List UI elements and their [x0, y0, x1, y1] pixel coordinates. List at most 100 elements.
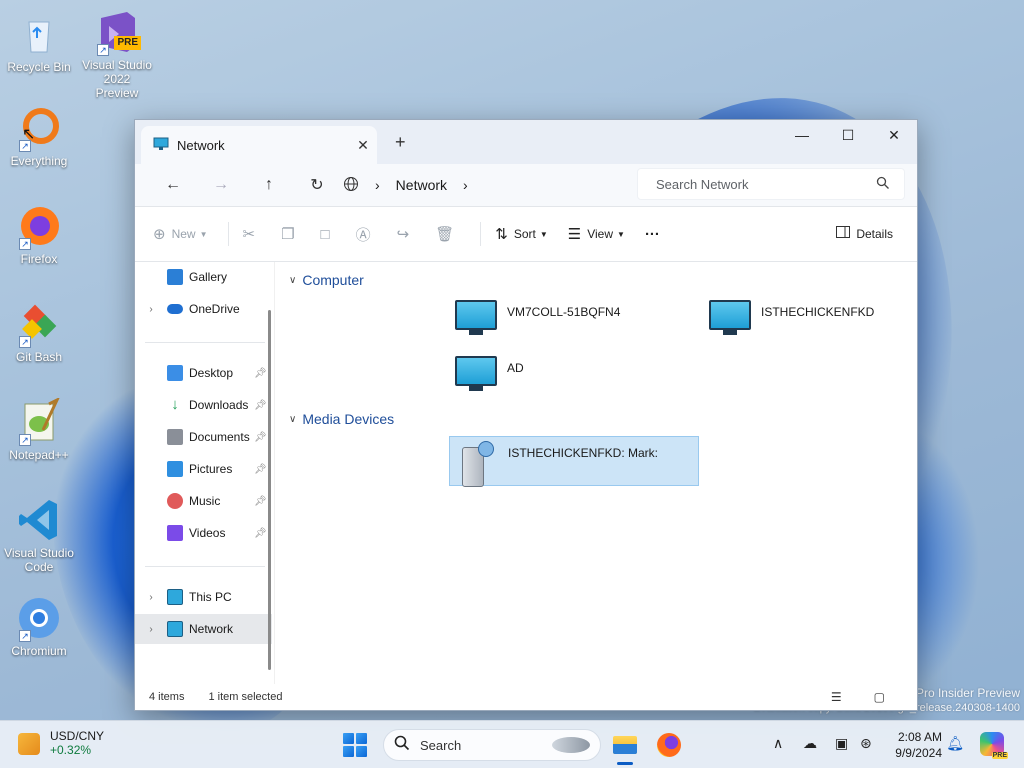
- stock-widget[interactable]: USD/CNY +0.32%: [18, 729, 104, 758]
- details-pane-icon: [836, 226, 851, 241]
- vscode-icon: [15, 496, 63, 544]
- large-icons-view-icon[interactable]: ▢: [874, 690, 885, 704]
- more-icon: ···: [644, 225, 660, 243]
- details-view-icon[interactable]: ☰: [831, 690, 842, 704]
- chevron-down-icon: ▼: [199, 229, 208, 239]
- chevron-right-icon[interactable]: ›: [463, 177, 468, 193]
- desktop-icon-notepad-plus-plus[interactable]: ↗ Notepad++: [4, 396, 74, 462]
- chevron-right-icon[interactable]: ›: [135, 304, 167, 315]
- firefox-taskbar-icon[interactable]: [654, 730, 684, 760]
- nav-item-network[interactable]: › Network: [135, 614, 272, 644]
- nav-item-label: Music: [189, 494, 221, 508]
- nav-item-label: Gallery: [189, 270, 228, 284]
- close-tab-icon[interactable]: ✕: [349, 137, 377, 154]
- forward-arrow-icon[interactable]: →: [197, 176, 245, 194]
- navigation-pane: Gallery › OneDrive Desktop 📌︎ ↓ Download…: [135, 262, 275, 684]
- network-status-icon[interactable]: ⊛: [860, 735, 872, 752]
- nav-item-videos[interactable]: Videos 📌︎: [135, 518, 272, 548]
- copilot-icon[interactable]: PRE: [980, 732, 1008, 759]
- file-explorer-taskbar-icon[interactable]: [610, 730, 640, 765]
- refresh-icon[interactable]: ↻: [293, 175, 341, 195]
- nav-item-onedrive[interactable]: › OneDrive: [135, 294, 272, 324]
- display-icon[interactable]: ▣: [835, 735, 848, 752]
- chevron-right-icon[interactable]: ›: [135, 592, 167, 603]
- taskbar-search[interactable]: Search: [383, 729, 601, 761]
- rename-button[interactable]: Ⓐ: [356, 224, 377, 245]
- nav-item-this-pc[interactable]: › This PC: [135, 582, 272, 612]
- nav-item-pictures[interactable]: Pictures 📌︎: [135, 454, 272, 484]
- more-options-button[interactable]: ···: [645, 226, 666, 243]
- search-box[interactable]: [637, 168, 905, 200]
- nav-item-label: Documents: [189, 430, 250, 444]
- file-explorer-window: Network ✕ + — ☐ ✕ ← → ↑ ↻ › Network › Se…: [134, 119, 918, 711]
- currency-chart-icon: [18, 732, 40, 755]
- back-arrow-icon[interactable]: ←: [149, 176, 197, 194]
- nav-scrollbar[interactable]: [268, 310, 271, 670]
- breadcrumb-network[interactable]: Network: [396, 177, 447, 193]
- onedrive-offline-icon[interactable]: ☁: [803, 735, 817, 752]
- media-device-item[interactable]: ISTHECHICKENFKD: Mark:: [449, 436, 699, 487]
- shortcut-arrow-icon: ↗: [19, 336, 31, 348]
- search-icon: [394, 735, 410, 755]
- visual-studio-icon: PRE ↗: [93, 8, 141, 56]
- share-button[interactable]: ↪: [397, 225, 416, 243]
- desktop-icon-visual-studio[interactable]: PRE ↗ Visual Studio 2022 Preview: [82, 8, 152, 100]
- network-computer-item[interactable]: AD: [449, 352, 699, 402]
- minimize-button[interactable]: —: [779, 120, 825, 150]
- desktop-icon-recycle-bin[interactable]: Recycle Bin: [4, 10, 74, 74]
- download-arrow-icon: ↓: [171, 396, 179, 413]
- network-computer-item[interactable]: ISTHECHICKENFKD: [703, 296, 953, 346]
- network-computer-item[interactable]: VM7COLL-51BQFN4: [449, 296, 699, 346]
- nav-item-label: This PC: [189, 590, 232, 604]
- search-input[interactable]: [656, 176, 876, 192]
- nav-item-desktop[interactable]: Desktop 📌︎: [135, 358, 272, 388]
- windows-start-icon[interactable]: [343, 733, 367, 757]
- close-button[interactable]: ✕: [871, 120, 917, 150]
- desktop-icon-git-bash[interactable]: ↗ Git Bash: [4, 300, 74, 364]
- maximize-button[interactable]: ☐: [825, 120, 871, 150]
- breadcrumb[interactable]: › Network ›: [343, 176, 484, 195]
- desktop-icon-chromium[interactable]: ↗ Chromium: [4, 594, 74, 658]
- new-button[interactable]: ⊕ New ▼: [153, 225, 208, 243]
- up-arrow-icon[interactable]: ↑: [245, 176, 293, 194]
- tab-network[interactable]: Network ✕: [141, 126, 377, 164]
- nav-item-music[interactable]: Music 📌︎: [135, 486, 272, 516]
- chevron-right-icon: ›: [375, 177, 380, 193]
- copy-button[interactable]: ❐: [281, 225, 300, 243]
- nav-item-gallery[interactable]: Gallery: [135, 262, 272, 292]
- group-title: Computer: [302, 272, 364, 288]
- desktop-icon-firefox[interactable]: ↗ Firefox: [4, 202, 74, 266]
- search-highlight-icon: [552, 737, 590, 753]
- chevron-up-icon[interactable]: ∧: [773, 735, 783, 752]
- clock[interactable]: 2:08 AM 9/9/2024: [895, 729, 942, 761]
- item-count: 4 items: [149, 691, 185, 703]
- paste-button[interactable]: □: [321, 226, 336, 243]
- details-pane-button[interactable]: Details: [836, 226, 893, 241]
- nav-item-documents[interactable]: Documents 📌︎: [135, 422, 272, 452]
- computer-monitor-icon: [455, 300, 497, 338]
- desktop-icon-everything[interactable]: ↗ Everything: [4, 104, 74, 168]
- group-header-media-devices[interactable]: ∨ Media Devices: [289, 411, 394, 427]
- pictures-icon: [167, 461, 183, 477]
- sort-button[interactable]: ⇅ Sort ▼: [495, 225, 548, 243]
- shortcut-arrow-icon: ↗: [19, 434, 31, 446]
- shortcut-arrow-icon: ↗: [19, 238, 31, 250]
- group-header-computer[interactable]: ∨ Computer: [289, 272, 364, 288]
- desktop-icon-label: Git Bash: [15, 350, 63, 364]
- view-button[interactable]: ☰ View ▼: [568, 225, 625, 243]
- delete-button[interactable]: 🗑︎: [435, 225, 460, 243]
- desktop-icon-label: Visual Studio 2022 Preview: [82, 58, 152, 100]
- notification-bell-icon[interactable]: 🔔︎: [946, 735, 964, 752]
- chevron-right-icon[interactable]: ›: [135, 624, 167, 635]
- ticker-pair: USD/CNY: [50, 729, 105, 743]
- nav-item-downloads[interactable]: ↓ Downloads 📌︎: [135, 390, 272, 420]
- new-label: New: [171, 227, 196, 241]
- plus-circle-icon: ⊕: [153, 226, 166, 243]
- view-label: View: [587, 227, 614, 241]
- view-toggles: ☰ ▢: [831, 690, 909, 704]
- desktop-icon-vscode[interactable]: Visual Studio Code: [4, 496, 74, 574]
- cut-button[interactable]: ✂: [243, 225, 262, 243]
- nav-divider: [145, 566, 265, 567]
- new-tab-button[interactable]: +: [395, 132, 406, 153]
- address-bar: ← → ↑ ↻ › Network ›: [135, 164, 917, 206]
